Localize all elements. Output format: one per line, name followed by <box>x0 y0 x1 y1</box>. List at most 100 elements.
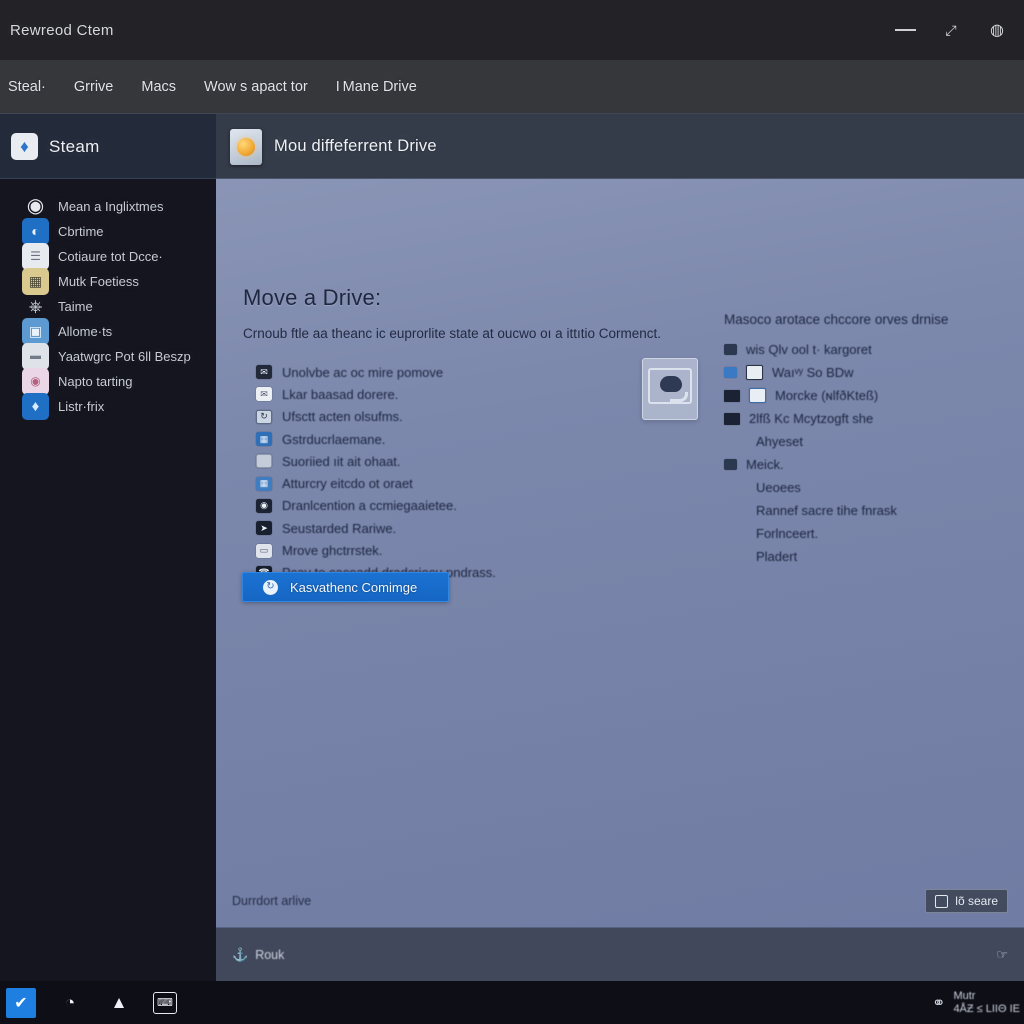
content-header-title: Mou diffeferrent Drive <box>274 137 437 155</box>
tab-steam[interactable]: Steal· <box>0 60 60 114</box>
right-list-item-label: Meick. <box>746 457 784 472</box>
sidebar-item-0[interactable]: ◉ Mean a Inglixtmes <box>0 194 216 219</box>
refresh-icon: ↻ <box>256 409 272 424</box>
right-list-item[interactable]: Forlnceert. <box>724 522 1014 545</box>
envelope-icon: ✉ <box>256 387 272 402</box>
sidebar-item-3[interactable]: ▦ Mutk Foetiess <box>0 267 216 295</box>
spacer-icon <box>734 505 747 516</box>
tab-macs[interactable]: Macs <box>127 60 190 114</box>
right-list-item[interactable]: Rannef sacre tihe fnrask <box>724 499 1014 522</box>
right-list-item-label: Waıᵛʸ So BDw <box>772 365 854 380</box>
ring-icon: ◉ <box>26 195 45 218</box>
right-list-item-label: Pladert <box>756 549 798 564</box>
sidebar-item-label: Napto tarting <box>58 373 133 389</box>
system-tray: ⚭ Mutr 4ÅƵ ≤ LΙΙΘ ΙΕ <box>932 981 1020 1024</box>
minimize-button[interactable] <box>884 12 926 48</box>
right-list-item-label: 2lfß Kc Mcytzogft she <box>749 411 874 426</box>
share-button[interactable]: lõ seare <box>925 889 1008 913</box>
sidebar-item-2[interactable]: ☰ Cotiaure tot Dcce· <box>0 242 216 270</box>
camera-icon: ◉ <box>256 498 272 513</box>
list-item[interactable]: ▦ Atturcry eitcdo ot oraet <box>256 472 726 494</box>
list-item-label: Suoriied ıit ait ohaat. <box>282 453 401 469</box>
refresh-circle-icon: ↻ <box>263 579 278 595</box>
right-list-item[interactable]: 2lfß Kc Mcytzogft she <box>724 407 1014 430</box>
list-item-label: Ufsctt acten olsufms. <box>282 409 403 425</box>
network-icon[interactable]: ⚭ <box>932 993 945 1013</box>
document-icon <box>746 365 763 380</box>
list-item-label: Atturcry eitcdo ot oraet <box>282 476 413 492</box>
right-list-item[interactable]: Meick. <box>724 453 1014 476</box>
close-button[interactable]: ◍ <box>976 12 1018 48</box>
sidebar-item-label: Mean a Inglixtmes <box>58 198 164 214</box>
right-list-item[interactable]: wis Qlv ool t· kargoret <box>724 338 1014 361</box>
spacer-icon <box>734 551 747 562</box>
taskbar-items: ✔ ◔ ▲ ⌨ <box>0 987 177 1018</box>
spacer-icon <box>734 436 747 447</box>
content-body: Move a Drive: Crnoub ftle aa theanc ic e… <box>216 179 1024 981</box>
tray-label-bottom: 4ÅƵ ≤ LΙΙΘ ΙΕ <box>953 1002 1020 1015</box>
list-item[interactable]: Suoriied ıit ait ohaat. <box>256 450 726 472</box>
right-list-item-label: Ueoees <box>756 480 801 495</box>
primary-action-button[interactable]: ↻ Kasvathenc Comimge <box>242 572 449 602</box>
image-icon: ▣ <box>22 317 49 345</box>
window-controls: ⤢ ◍ <box>884 0 1018 60</box>
list-item-label: Gstrducrlaemane. <box>282 431 386 447</box>
cloud-icon[interactable]: ▲ <box>104 988 134 1018</box>
note-icon: ▬ <box>22 342 49 370</box>
sidebar-item-4[interactable]: ⎈ Taime <box>0 294 216 319</box>
terminal-icon[interactable]: ⌨ <box>153 991 177 1014</box>
tab-wows[interactable]: Wow s apact tor <box>190 60 322 114</box>
list-item[interactable]: ➤ Seustarded Rariwe. <box>256 517 726 539</box>
pen-icon <box>724 412 740 425</box>
restore-button[interactable]: ⤢ <box>930 12 972 48</box>
right-list-item-label: Morcke (ɴlfðKteß) <box>775 388 879 403</box>
tab-grrive[interactable]: Grrive <box>60 60 127 114</box>
list-item-label: Unolvbe ac oc mire pomove <box>282 364 444 380</box>
browser-icon[interactable]: ◔ <box>55 988 85 1018</box>
status-text: Durrdort arlive <box>232 894 312 908</box>
square-icon <box>724 344 737 355</box>
sidebar-item-6[interactable]: ▬ Yaatwgrc Pot 6ll Beszp <box>0 342 216 370</box>
sidebar-item-1[interactable]: ◐ Cbrtime <box>0 217 216 245</box>
list-item[interactable]: ◉ Dranlcention a ccmiegaaietee. <box>256 495 726 517</box>
tab-manedrive[interactable]: I Mane Drive <box>322 60 431 114</box>
footer-text: Rouk <box>255 947 285 962</box>
right-list-item[interactable]: Ahyeset <box>724 430 1014 453</box>
clock-icon: ◐ <box>22 217 49 245</box>
photo-icon: ◉ <box>22 367 49 395</box>
share-button-label: lõ seare <box>955 894 998 908</box>
right-list-item[interactable]: Pladert <box>724 545 1014 568</box>
sidebar-header[interactable]: ♦ Steam <box>0 114 216 179</box>
sidebar-item-label: Allome·ts <box>58 323 113 339</box>
right-list-item-label: wis Qlv ool t· kargoret <box>746 342 872 357</box>
cursor-icon[interactable]: ☞ <box>996 947 1008 963</box>
content-header: Mou diffeferrent Drive <box>216 114 1024 179</box>
list-item[interactable]: ▭ Mrove ghctrrstek. <box>256 539 726 561</box>
sidebar-item-8[interactable]: ♦ Listr·frix <box>0 392 216 420</box>
mail-icon: ✉ <box>256 365 272 380</box>
table-icon: ▦ <box>256 476 272 491</box>
body-split: ♦ Steam ◉ Mean a Inglixtmes ◐ Cbrtime ☰ … <box>0 114 1024 981</box>
right-list-item[interactable]: Morcke (ɴlfðKteß) <box>724 384 1014 407</box>
right-list-item-label: Ahyeset <box>756 434 803 449</box>
list-item-label: Dranlcention a ccmiegaaietee. <box>282 498 457 514</box>
right-column-title: Masoco arotace chccore orves drnise <box>724 312 949 327</box>
page-title: Move a Drive: <box>243 285 382 310</box>
content-pane: Mou diffeferrent Drive Move a Drive: Crn… <box>216 114 1024 981</box>
check-icon[interactable]: ✔ <box>6 987 36 1018</box>
title-bar: Rewreod Ctem ⤢ ◍ <box>0 0 1024 60</box>
sidebar-item-7[interactable]: ◉ Napto tarting <box>0 367 216 395</box>
steam-icon: ♦ <box>11 133 38 160</box>
gem-icon: ♦ <box>22 392 49 420</box>
sidebar-item-5[interactable]: ▣ Allome·ts <box>0 317 216 345</box>
sidebar-item-label: Mutk Foetiess <box>58 273 139 289</box>
square-icon <box>724 459 737 470</box>
sidebar-item-label: Cbrtime <box>58 223 104 239</box>
right-list-item[interactable]: Waıᵛʸ So BDw <box>724 361 1014 384</box>
list-item[interactable]: ▦ Gstrducrlaemane. <box>256 428 726 450</box>
sidebar-item-label: Cotiaure tot Dcce· <box>58 248 163 264</box>
flag-icon: ⎈ <box>28 296 43 316</box>
sidebar-item-label: Yaatwgrc Pot 6ll Beszp <box>58 348 191 364</box>
page-subtitle: Crnoub ftle aa theanc ic euprorlite stat… <box>243 326 661 341</box>
right-list-item[interactable]: Ueoees <box>724 476 1014 499</box>
